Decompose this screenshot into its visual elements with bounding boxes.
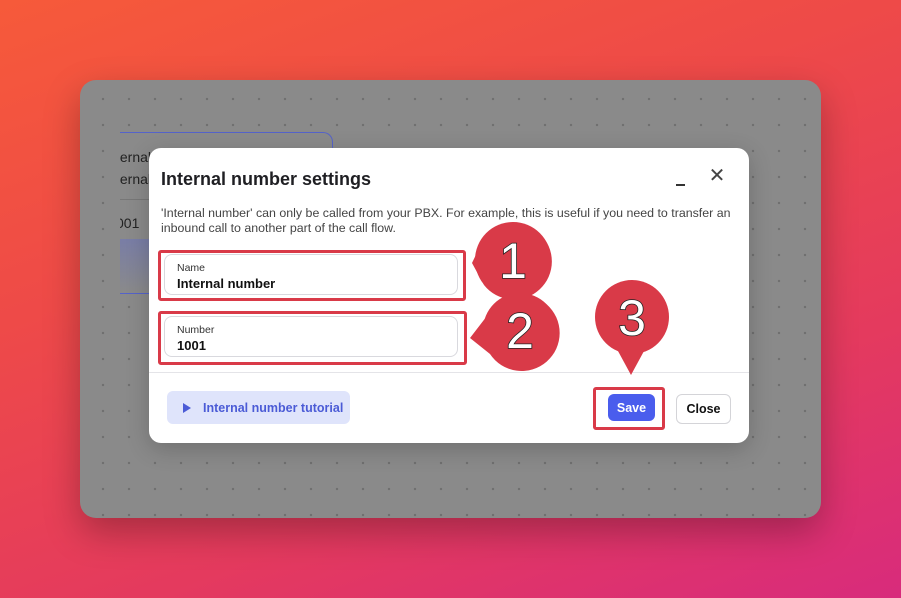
callout-marker-2: 2 bbox=[470, 293, 560, 371]
callout-marker-3: 3 bbox=[595, 280, 669, 375]
callout-marker-1: 1 bbox=[472, 222, 552, 300]
callout-layer: 1 2 3 bbox=[470, 222, 669, 375]
callout-number-1: 1 bbox=[499, 233, 527, 289]
callout-number-2: 2 bbox=[506, 303, 534, 359]
callout-number-3: 3 bbox=[618, 290, 646, 346]
